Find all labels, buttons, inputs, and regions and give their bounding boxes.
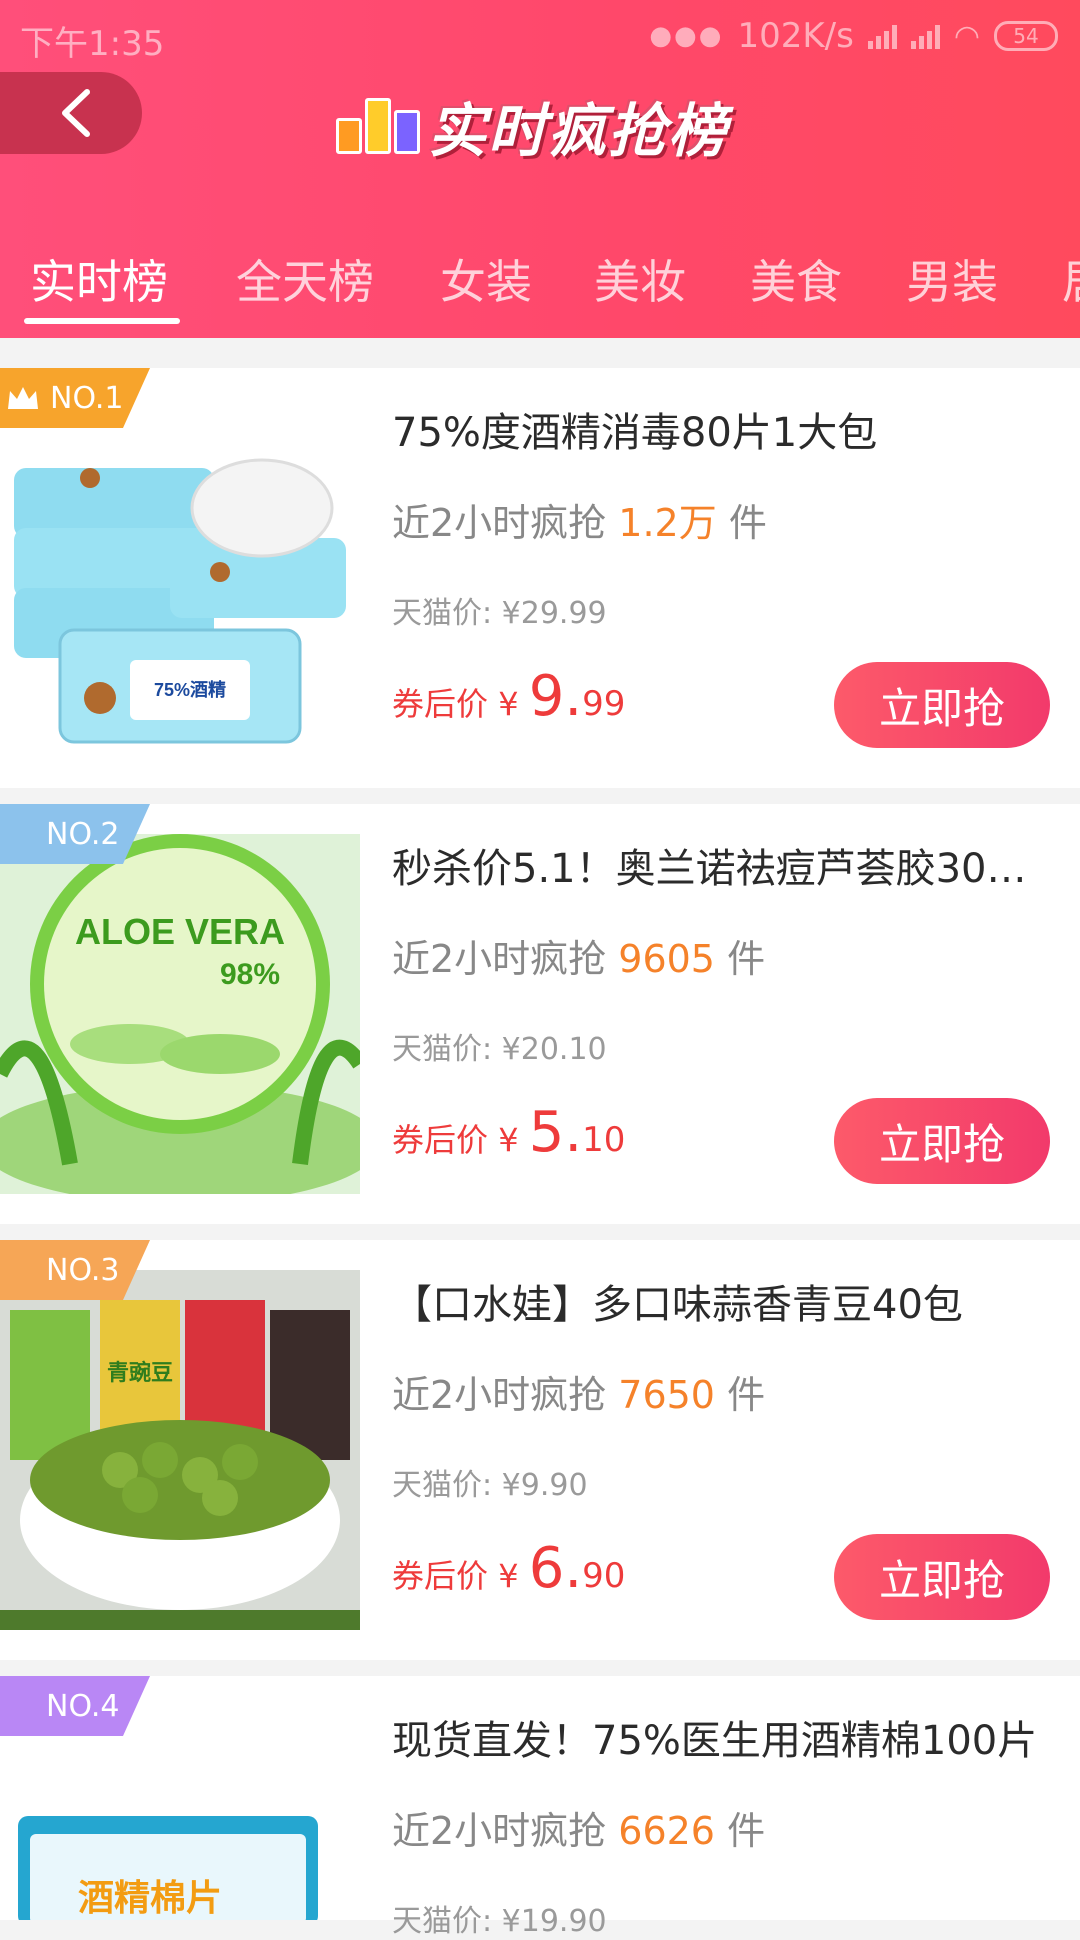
- status-icons: ●●● 102K/s ◠ 54: [649, 16, 1058, 56]
- sales-info-1: 近2小时疯抢 1.2万 件: [392, 492, 767, 547]
- tab-food[interactable]: 美食: [750, 246, 842, 312]
- grab-now-button-2[interactable]: 立即抢: [834, 1098, 1050, 1184]
- product-title-3[interactable]: 【口水娃】多口味蒜香青豆40包: [392, 1272, 1042, 1330]
- sales-count: 9605: [618, 937, 715, 981]
- product-card-2[interactable]: ALOE VERA 98% NO.2 秒杀价5.1！奥兰诺祛痘芦荟胶300...…: [0, 804, 1080, 1224]
- sales-count: 1.2万: [618, 501, 717, 545]
- product-image-text-4: 酒精棉片: [78, 1877, 222, 1918]
- sales-prefix: 近2小时疯抢: [392, 1373, 607, 1417]
- product-title-2[interactable]: 秒杀价5.1！奥兰诺祛痘芦荟胶300...: [392, 836, 1042, 894]
- tmall-price-1: 天猫价: ¥29.99: [392, 596, 607, 631]
- category-tabs: 实时榜 全天榜 女装 美妆 美食 男装 居: [0, 236, 1080, 336]
- sales-info-4: 近2小时疯抢 6626 件: [392, 1800, 765, 1855]
- product-image-percent: 98%: [220, 958, 280, 991]
- product-card-1[interactable]: 75%酒精 NO.1 75%度酒精消毒80片1大包 近2小时疯抢 1.2万 件 …: [0, 368, 1080, 788]
- sales-count: 6626: [618, 1809, 715, 1853]
- final-price-2: 券后价 ¥ 5.10: [392, 1100, 625, 1165]
- price-integer: 6.: [528, 1536, 583, 1601]
- product-image-3: 青豌豆: [0, 1270, 360, 1630]
- header: 下午1:35 ●●● 102K/s ◠ 54 实时疯抢榜 实时榜 全天榜 女装 …: [0, 0, 1080, 338]
- grab-now-button-1[interactable]: 立即抢: [834, 662, 1050, 748]
- signal-icon-2: [910, 23, 940, 49]
- rank-text-1: NO.1: [50, 380, 124, 416]
- currency-symbol: ¥: [498, 1557, 519, 1595]
- product-image-2: ALOE VERA 98%: [0, 834, 360, 1194]
- grab-now-button-3[interactable]: 立即抢: [834, 1534, 1050, 1620]
- price-decimal: 99: [582, 684, 626, 724]
- product-image-text-3: 青豌豆: [107, 1360, 173, 1385]
- status-time: 下午1:35: [20, 24, 165, 64]
- final-price-3: 券后价 ¥ 6.90: [392, 1536, 625, 1601]
- signal-icon: [867, 23, 897, 49]
- sales-prefix: 近2小时疯抢: [392, 1809, 607, 1853]
- sales-unit: 件: [728, 501, 767, 545]
- product-card-3[interactable]: 青豌豆 NO.3 【口水娃】多口味蒜香青豆40包 近2小时疯抢 7650 件 天…: [0, 1240, 1080, 1660]
- product-title-4[interactable]: 现货直发！75%医生用酒精棉100片: [392, 1708, 1042, 1766]
- more-dots-icon: ●●●: [649, 21, 724, 51]
- active-tab-indicator: [24, 318, 180, 324]
- network-speed: 102K/s: [737, 16, 854, 56]
- tab-all-day[interactable]: 全天榜: [236, 246, 374, 312]
- sales-unit: 件: [727, 1809, 766, 1853]
- tab-beauty[interactable]: 美妆: [594, 246, 686, 312]
- sales-prefix: 近2小时疯抢: [392, 937, 607, 981]
- price-decimal: 90: [582, 1556, 626, 1596]
- sales-info-3: 近2小时疯抢 7650 件: [392, 1364, 765, 1419]
- product-image-text-1: 75%酒精: [154, 679, 226, 700]
- tab-women[interactable]: 女装: [440, 246, 532, 312]
- product-image-4: 酒精棉片: [0, 1706, 360, 1920]
- rank-text-3: NO.3: [46, 1252, 120, 1288]
- tmall-price-2: 天猫价: ¥20.10: [392, 1032, 607, 1067]
- final-price-1: 券后价 ¥ 9.99: [392, 664, 625, 729]
- tmall-price-3: 天猫价: ¥9.90: [392, 1468, 588, 1503]
- tab-realtime[interactable]: 实时榜: [30, 246, 168, 312]
- rank-text-2: NO.2: [46, 816, 120, 852]
- currency-symbol: ¥: [498, 685, 519, 723]
- currency-symbol: ¥: [498, 1121, 519, 1159]
- status-bar: 下午1:35 ●●● 102K/s ◠ 54: [0, 0, 1080, 72]
- price-integer: 5.: [528, 1100, 583, 1165]
- sales-count: 7650: [618, 1373, 715, 1417]
- sales-unit: 件: [727, 1373, 766, 1417]
- final-price-label: 券后价: [392, 1121, 489, 1159]
- page-logo: 实时疯抢榜: [336, 84, 728, 168]
- battery-icon: 54: [994, 21, 1058, 51]
- page-title: 实时疯抢榜: [428, 97, 729, 165]
- product-image-1: 75%酒精: [0, 398, 360, 758]
- final-price-label: 券后价: [392, 1557, 489, 1595]
- product-card-4[interactable]: 酒精棉片 NO.4 现货直发！75%医生用酒精棉100片 近2小时疯抢 6626…: [0, 1676, 1080, 1939]
- product-image-text-2: ALOE VERA: [75, 911, 285, 952]
- sales-prefix: 近2小时疯抢: [392, 501, 607, 545]
- tab-home[interactable]: 居: [1062, 246, 1080, 312]
- crown-icon: [8, 387, 38, 409]
- tab-men[interactable]: 男装: [906, 246, 998, 312]
- wifi-icon: ◠: [953, 18, 980, 54]
- back-button[interactable]: [0, 72, 142, 154]
- price-integer: 9.: [528, 664, 583, 729]
- final-price-label: 券后价: [392, 685, 489, 723]
- sales-unit: 件: [727, 937, 766, 981]
- product-title-1[interactable]: 75%度酒精消毒80片1大包: [392, 400, 1042, 458]
- price-decimal: 10: [582, 1120, 626, 1160]
- tmall-price-4: 天猫价: ¥19.90: [392, 1904, 607, 1939]
- bar-chart-icon: [336, 98, 420, 154]
- sales-info-2: 近2小时疯抢 9605 件: [392, 928, 765, 983]
- chevron-left-icon: [62, 89, 90, 137]
- rank-text-4: NO.4: [46, 1688, 120, 1724]
